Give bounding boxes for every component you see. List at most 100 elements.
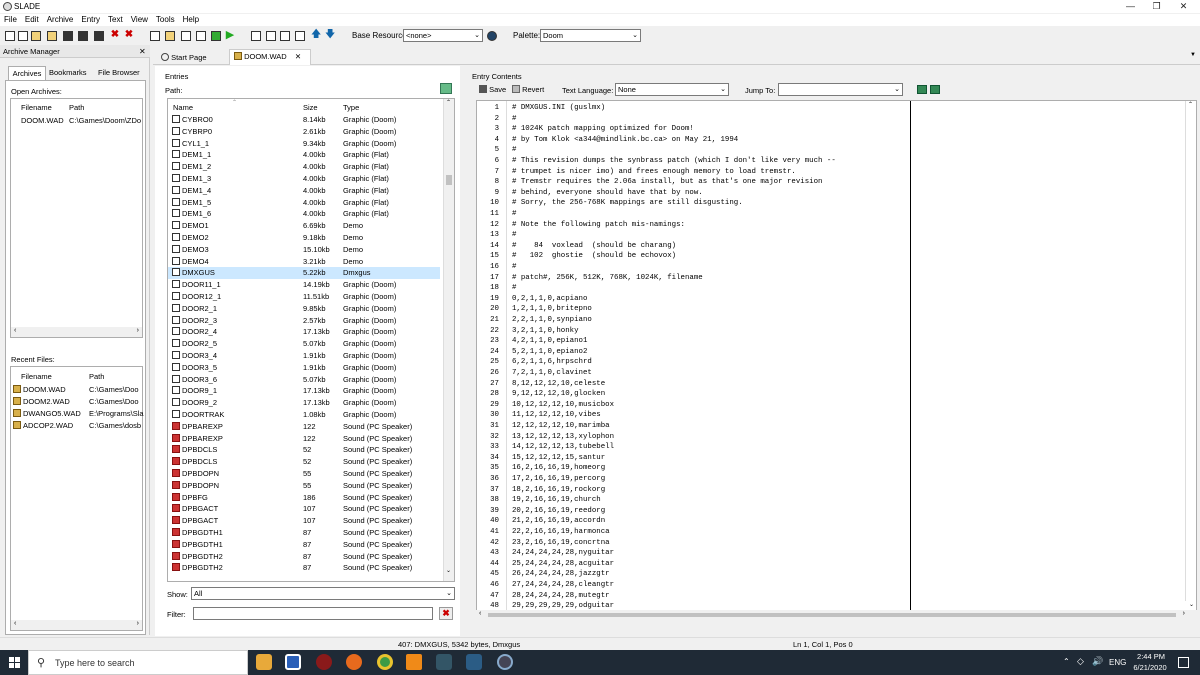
table-row[interactable]: CYL1_1 9.34kb Graphic (Doom) <box>168 138 440 150</box>
clear-filter-icon[interactable]: ✖ <box>439 607 453 620</box>
table-row[interactable]: DEM1_3 4.00kb Graphic (Flat) <box>168 173 440 185</box>
tray-chevron-icon[interactable]: ⌃ <box>1063 657 1070 666</box>
code-line[interactable]: 3,2,1,1,0,honky <box>512 327 579 335</box>
code-line[interactable]: 1,2,1,1,0,britepno <box>512 305 592 313</box>
entries-list[interactable]: ⌃ Name Size Type CYBRO0 8.14kb Graphic (Do… <box>167 98 455 582</box>
code-line[interactable]: 13,12,12,12,13,xylophon <box>512 433 614 441</box>
code-line[interactable]: # Sorry, the 256-768K mappings are still… <box>512 199 743 207</box>
save-as-icon[interactable] <box>78 31 88 41</box>
table-row[interactable]: DOOR2_1 9.85kb Graphic (Doom) <box>168 303 440 315</box>
text-editor[interactable]: 1 # DMXGUS.INI (guslmx) 2 #3 # 1024K patch m… <box>476 100 1197 612</box>
code-line[interactable]: 12,12,12,12,10,marimba <box>512 422 610 430</box>
volume-icon[interactable]: 🔊 <box>1092 656 1103 667</box>
table-row[interactable]: DPBDCLS 52 Sound (PC Speaker) <box>168 456 440 468</box>
horizontal-scrollbar[interactable]: ‹ › <box>11 620 142 630</box>
code-line[interactable]: 9,12,12,12,10,glocken <box>512 390 605 398</box>
code-line[interactable]: # 1024K patch mapping optimized for Doom… <box>512 125 694 133</box>
tab-bookmarks[interactable]: Bookmarks <box>49 68 87 77</box>
file-explorer-icon[interactable] <box>256 654 272 670</box>
table-row[interactable]: DPBDOPN 55 Sound (PC Speaker) <box>168 480 440 492</box>
table-row[interactable]: CYBRO0 8.14kb Graphic (Doom) <box>168 114 440 126</box>
table-row[interactable]: DPBGACT 107 Sound (PC Speaker) <box>168 503 440 515</box>
table-row[interactable]: DOORTRAK 1.08kb Graphic (Doom) <box>168 409 440 421</box>
code-line[interactable]: 0,2,1,1,0,acpiano <box>512 295 587 303</box>
table-row[interactable]: DOOR2_5 5.07kb Graphic (Doom) <box>168 338 440 350</box>
table-row[interactable]: DOOR9_2 17.13kb Graphic (Doom) <box>168 397 440 409</box>
menu-help[interactable]: Help <box>179 14 203 26</box>
code-line[interactable]: 7,2,1,1,0,clavinet <box>512 369 592 377</box>
table-row[interactable]: DPBDOPN 55 Sound (PC Speaker) <box>168 468 440 480</box>
code-line[interactable]: 10,12,12,12,10,musicbox <box>512 401 614 409</box>
code-line[interactable]: # This revision dumps the synbrass patch… <box>512 157 836 165</box>
code-line[interactable]: # <box>512 115 516 123</box>
close-button[interactable]: ✕ <box>1166 0 1200 13</box>
table-row[interactable]: DMXGUS 5.22kb Dmxgus <box>168 267 440 280</box>
fold-all-icon[interactable] <box>917 85 927 94</box>
firefox-icon[interactable] <box>346 654 362 670</box>
open-icon[interactable] <box>31 31 41 41</box>
open-archives-list[interactable]: Filename Path DOOM.WAD C:\Games\Doom\ZDo… <box>10 98 143 338</box>
table-row[interactable]: DPBGDTH1 87 Sound (PC Speaker) <box>168 539 440 551</box>
code-line[interactable]: 19,2,16,16,19,church <box>512 496 601 504</box>
new-dir-icon[interactable] <box>165 31 175 41</box>
close-tab-icon[interactable]: ✕ <box>295 52 301 61</box>
entry-import-icon[interactable] <box>266 31 276 41</box>
entry-rename-icon[interactable] <box>295 31 305 41</box>
code-line[interactable]: 6,2,1,1,6,hrpschrd <box>512 358 592 366</box>
table-row[interactable]: DEMO3 15.10kb Demo <box>168 244 440 256</box>
new-entry-icon[interactable] <box>150 31 160 41</box>
code-line[interactable]: # patch#, 256K, 512K, 768K, 1024K, filen… <box>512 274 703 282</box>
vertical-scrollbar[interactable]: ⌃ <box>1185 101 1196 601</box>
scroll-left-icon[interactable]: ‹ <box>479 610 481 617</box>
code-line[interactable]: 27,24,24,24,28,cleangtr <box>512 581 614 589</box>
scroll-down-icon[interactable]: ⌄ <box>446 567 451 574</box>
code-line[interactable]: 20,2,16,16,19,reedorg <box>512 507 605 515</box>
tab-file-browser[interactable]: File Browser <box>98 68 140 77</box>
table-row[interactable]: DEMO4 3.21kb Demo <box>168 256 440 268</box>
new-archive-icon[interactable] <box>5 31 15 41</box>
chrome-icon[interactable] <box>377 654 393 670</box>
palette-select[interactable]: Doom ⌄ <box>540 29 641 42</box>
code-line[interactable]: 23,2,16,16,19,concrtna <box>512 539 610 547</box>
table-row[interactable]: DPBAREXP 122 Sound (PC Speaker) <box>168 433 440 445</box>
app-icon[interactable] <box>466 654 482 670</box>
table-row[interactable]: DOOR3_4 1.91kb Graphic (Doom) <box>168 350 440 362</box>
code-line[interactable]: # <box>512 210 516 218</box>
code-line[interactable]: 21,2,16,16,19,accordn <box>512 517 605 525</box>
code-line[interactable]: # <box>512 231 516 239</box>
text-language-select[interactable]: None ⌄ <box>615 83 729 96</box>
entry-new-icon[interactable] <box>251 31 261 41</box>
code-line[interactable]: 8,12,12,12,10,celeste <box>512 380 605 388</box>
scroll-up-icon[interactable]: ⌃ <box>1188 101 1193 108</box>
network-icon[interactable]: ◇ <box>1077 656 1084 667</box>
list-item[interactable]: DOOM.WAD C:\Games\Doom\ZDo <box>11 115 142 127</box>
list-item[interactable]: DOOM.WAD C:\Games\Doo <box>11 384 142 396</box>
unfold-all-icon[interactable] <box>930 85 940 94</box>
menu-file[interactable]: File <box>0 14 21 26</box>
save-button[interactable]: Save <box>479 85 506 94</box>
code-line[interactable]: 29,29,29,29,29,odguitar <box>512 602 614 610</box>
save-app-icon[interactable] <box>285 654 301 670</box>
code-line[interactable]: 25,24,24,24,28,acguitar <box>512 560 614 568</box>
code-line[interactable]: 11,12,12,12,10,vibes <box>512 411 601 419</box>
entry-export-icon[interactable] <box>280 31 290 41</box>
list-item[interactable]: DWANGO5.WAD E:\Programs\Sla <box>11 408 144 420</box>
code-line[interactable]: # <box>512 146 516 154</box>
table-row[interactable]: DPBAREXP 122 Sound (PC Speaker) <box>168 421 440 433</box>
save-icon[interactable] <box>63 31 73 41</box>
code-line[interactable]: # behind, everyone should have that by n… <box>512 189 703 197</box>
table-row[interactable]: DPBFG 186 Sound (PC Speaker) <box>168 492 440 504</box>
code-line[interactable]: # <box>512 263 516 271</box>
table-row[interactable]: DPBGDTH2 87 Sound (PC Speaker) <box>168 562 440 574</box>
column-path[interactable]: Path <box>69 103 84 112</box>
recent-files-list[interactable]: Filename Path DOOM.WAD C:\Games\Doo DOOM… <box>10 366 144 631</box>
code-line[interactable]: # Note the following patch mis-namings: <box>512 221 685 229</box>
base-resource-select[interactable]: <none> ⌄ <box>403 29 483 42</box>
horizontal-scrollbar[interactable]: ‹ › <box>476 610 1197 620</box>
open-dir-icon[interactable] <box>47 31 57 41</box>
table-row[interactable]: DEM1_6 4.00kb Graphic (Flat) <box>168 208 440 220</box>
game-app-icon[interactable] <box>316 654 332 670</box>
export-icon[interactable] <box>196 31 206 41</box>
menu-view[interactable]: View <box>127 14 152 26</box>
code-line[interactable]: # 84 voxlead (should be charang) <box>512 242 676 250</box>
